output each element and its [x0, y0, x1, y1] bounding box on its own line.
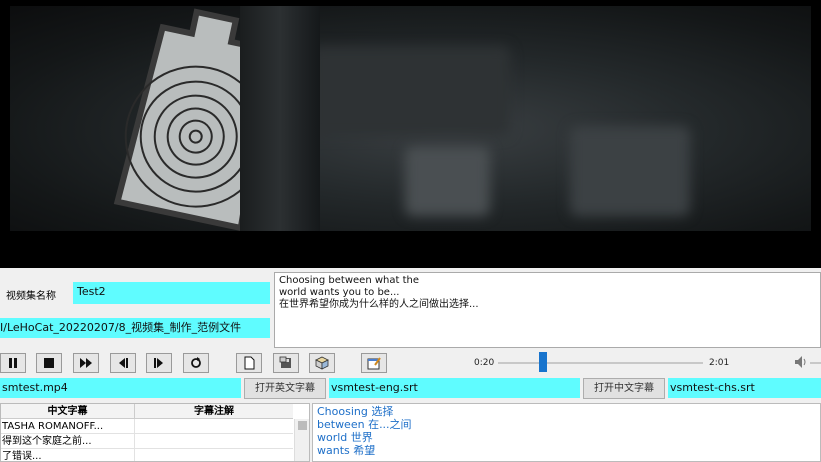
english-subtitle-file-field[interactable]: vsmtest-eng.srt — [329, 378, 580, 398]
table-row[interactable]: TASHA ROMANOFF... — [1, 419, 293, 434]
subtitle-table[interactable]: 中文字幕 字幕注解 TASHA ROMANOFF... 得到这个家庭之前... … — [0, 403, 310, 462]
word-list[interactable]: Choosing 选择 between 在...之间 world 世界 want… — [312, 403, 821, 462]
cell-chinese: TASHA ROMANOFF... — [1, 419, 135, 434]
edit-button[interactable] — [361, 353, 387, 373]
cell-notes — [135, 449, 293, 461]
table-row[interactable]: 得到这个家庭之前... — [1, 434, 293, 449]
open-english-subtitle-button[interactable]: 打开英文字幕 — [244, 378, 326, 399]
chinese-subtitle-file-field[interactable]: vsmtest-chs.srt — [668, 378, 821, 398]
word-list-item[interactable]: world 世界 — [317, 431, 816, 444]
step-forward-icon — [154, 358, 163, 368]
volume-icon[interactable] — [794, 355, 808, 369]
open-chinese-subtitle-button[interactable]: 打开中文字幕 — [583, 378, 665, 399]
word-list-item[interactable]: Choosing 选择 — [317, 405, 816, 418]
cell-chinese: 了错误... — [1, 449, 135, 461]
project-path-field[interactable]: I/LeHoCat_20220207/8_视频集_制作_范例文件 — [0, 318, 270, 338]
seek-track[interactable] — [498, 362, 703, 364]
previous-button[interactable] — [110, 353, 136, 373]
word-list-item[interactable]: wants 希望 — [317, 444, 816, 457]
subtitle-line-2: world wants you to be... — [279, 287, 400, 298]
package-icon — [315, 356, 329, 370]
cell-notes — [135, 434, 293, 449]
current-time: 0:20 — [474, 358, 495, 368]
video-frame — [10, 6, 811, 231]
column-header-chinese[interactable]: 中文字幕 — [1, 404, 135, 419]
step-back-icon — [119, 358, 128, 368]
new-document-icon — [244, 356, 255, 370]
total-time: 2:01 — [709, 358, 730, 368]
scrollbar-thumb[interactable] — [298, 421, 307, 430]
edit-icon — [367, 357, 381, 370]
fast-forward-icon — [80, 358, 92, 368]
stop-button[interactable] — [36, 353, 62, 373]
table-scrollbar[interactable] — [294, 419, 309, 461]
seek-thumb[interactable] — [539, 352, 548, 372]
video-file-field[interactable]: smtest.mp4 — [0, 378, 241, 398]
volume-track[interactable] — [810, 362, 821, 364]
subtitle-line-3: 在世界希望你成为什么样的人之间做出选择... — [279, 299, 479, 310]
column-header-notes[interactable]: 字幕注解 — [135, 404, 293, 419]
next-button[interactable] — [146, 353, 172, 373]
save-icon — [279, 356, 291, 368]
pause-button[interactable] — [0, 353, 26, 373]
subtitle-preview: Choosing between what the world wants yo… — [274, 272, 821, 348]
cell-chinese: 得到这个家庭之前... — [1, 434, 135, 449]
stop-icon — [44, 358, 54, 368]
fast-forward-button[interactable] — [73, 353, 99, 373]
cell-notes — [135, 419, 293, 434]
table-row[interactable]: 了错误... — [1, 449, 293, 461]
project-name-field[interactable]: Test2 — [73, 282, 270, 304]
project-name-label: 视频集名称 — [6, 291, 56, 302]
word-list-item[interactable]: between 在...之间 — [317, 418, 816, 431]
loop-icon — [191, 357, 201, 368]
save-button[interactable] — [273, 353, 299, 373]
new-file-button[interactable] — [236, 353, 262, 373]
loop-button[interactable] — [183, 353, 209, 373]
subtitle-line-1: Choosing between what the — [279, 275, 419, 286]
video-player[interactable] — [0, 0, 821, 268]
pause-icon — [9, 358, 17, 368]
export-button[interactable] — [309, 353, 335, 373]
